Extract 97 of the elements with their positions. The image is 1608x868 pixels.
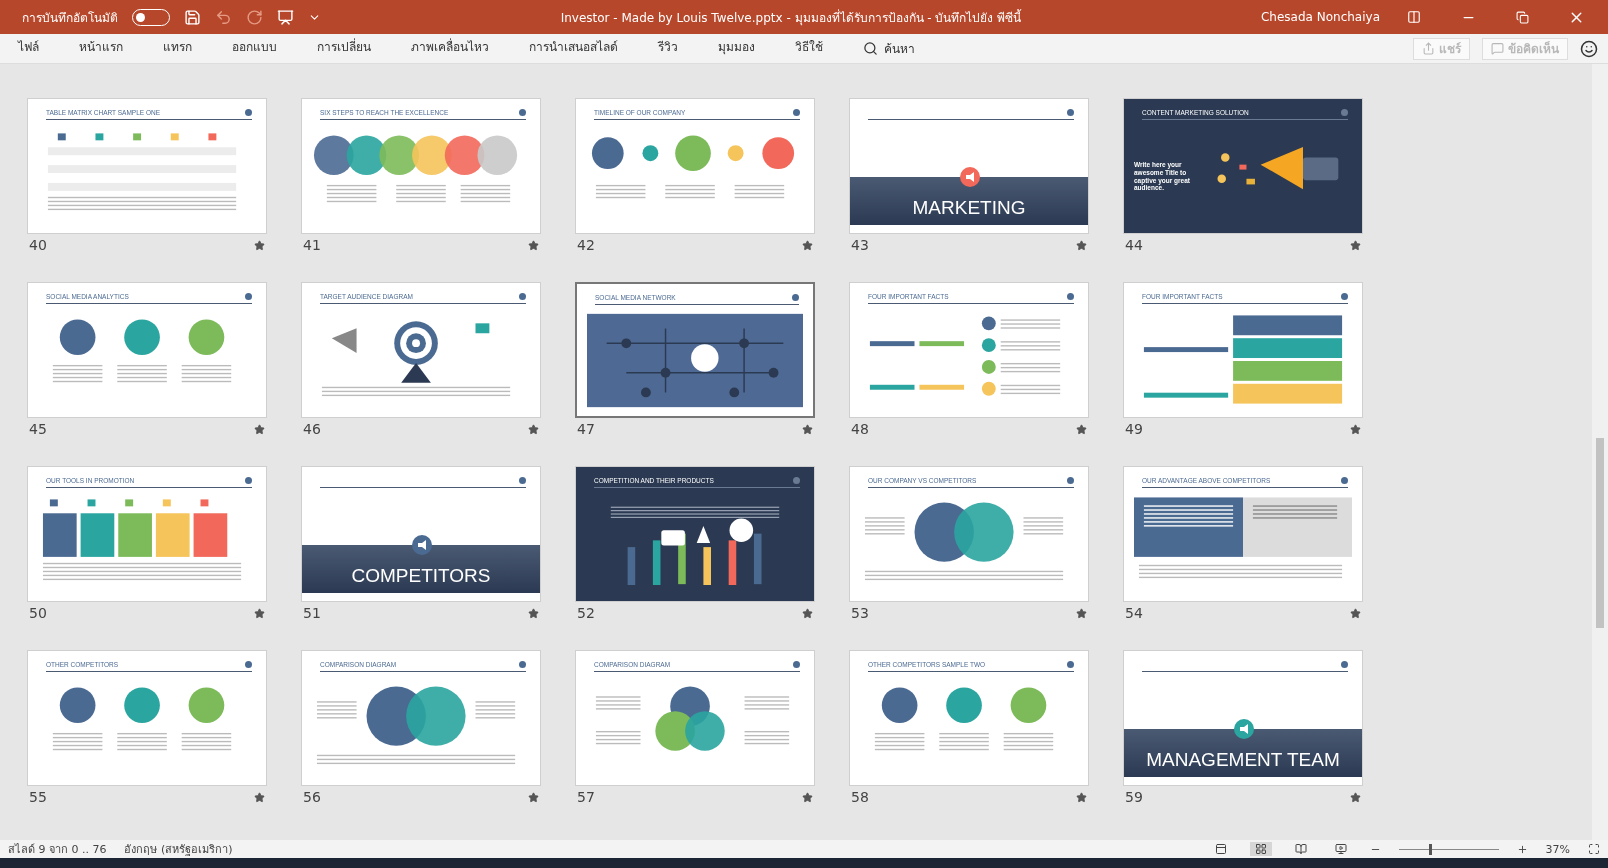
slide-title: MANAGEMENT TEAM bbox=[1146, 749, 1340, 771]
star-icon bbox=[254, 791, 265, 803]
slide-number: 53 bbox=[851, 605, 869, 621]
star-icon bbox=[1076, 607, 1087, 619]
title-dot bbox=[1067, 477, 1074, 484]
title-dot bbox=[1341, 293, 1348, 300]
slide-number: 45 bbox=[29, 421, 47, 437]
star-icon bbox=[1350, 791, 1361, 803]
star-icon bbox=[802, 791, 813, 803]
slide-number: 44 bbox=[1125, 237, 1143, 253]
star-icon bbox=[1076, 239, 1087, 251]
title-dot bbox=[245, 477, 252, 484]
ribbon-tab[interactable]: รีวิว bbox=[658, 37, 678, 60]
window-title: Investor - Made by Louis Twelve.pptx - มุมมองที่ได้รับการป้องกัน - บันทึกไปยัง พีซีนี้ bbox=[559, 8, 1023, 27]
zoom-thumb[interactable] bbox=[1428, 843, 1432, 855]
slide-number: 49 bbox=[1125, 421, 1143, 437]
slide-number: 47 bbox=[577, 421, 595, 437]
title-dot bbox=[1341, 661, 1348, 668]
save-icon[interactable] bbox=[184, 8, 201, 26]
star-icon bbox=[1076, 423, 1087, 435]
slide-number: 50 bbox=[29, 605, 47, 621]
slide-number: 43 bbox=[851, 237, 869, 253]
star-icon bbox=[802, 239, 813, 251]
user-name[interactable]: Chesada Nonchaiya bbox=[1260, 10, 1380, 24]
star-icon bbox=[254, 239, 265, 251]
title-dot bbox=[245, 661, 252, 668]
slide-number: 59 bbox=[1125, 789, 1143, 805]
star-icon bbox=[802, 607, 813, 619]
title-dot bbox=[245, 293, 252, 300]
sorter-view-icon[interactable] bbox=[1249, 842, 1272, 856]
title-dot bbox=[519, 109, 526, 116]
star-icon bbox=[1076, 791, 1087, 803]
slide-number: 56 bbox=[303, 789, 321, 805]
slide-number: 55 bbox=[29, 789, 47, 805]
slide-number: 42 bbox=[577, 237, 595, 253]
title-dot bbox=[792, 294, 799, 301]
search-label[interactable]: ค้นหา bbox=[884, 39, 915, 58]
title-dot bbox=[1067, 109, 1074, 116]
ribbon-tab[interactable]: แทรก bbox=[163, 37, 192, 60]
title-dot bbox=[793, 109, 800, 116]
zoom-in-icon[interactable] bbox=[1516, 843, 1528, 855]
title-dot bbox=[793, 477, 800, 484]
star-icon bbox=[254, 423, 265, 435]
slide-thumbnail[interactable]: MARKETING bbox=[849, 98, 1089, 234]
slide-number: 46 bbox=[303, 421, 321, 437]
slide-number: 48 bbox=[851, 421, 869, 437]
star-icon bbox=[1350, 423, 1361, 435]
star-icon bbox=[528, 607, 539, 619]
slide-title: MARKETING bbox=[912, 197, 1026, 219]
title-dot bbox=[1341, 109, 1348, 116]
title-dot bbox=[1341, 477, 1348, 484]
star-icon bbox=[1350, 239, 1361, 251]
slide-count: สไลด์ 9 จาก 0 .. 76 bbox=[8, 842, 107, 858]
ribbon-tab[interactable]: ภาพเคลื่อนไหว bbox=[411, 37, 489, 60]
presentation-icon[interactable] bbox=[277, 8, 294, 26]
title-dot bbox=[245, 109, 252, 116]
ribbon-tab[interactable]: มุมมอง bbox=[718, 37, 755, 60]
title-dot bbox=[519, 477, 526, 484]
title-dot bbox=[1067, 293, 1074, 300]
slide-title: COMPETITORS bbox=[351, 565, 491, 587]
badge-icon bbox=[1234, 719, 1254, 739]
star-icon bbox=[528, 239, 539, 251]
slide-thumbnail[interactable]: MANAGEMENT TEAM bbox=[1123, 650, 1363, 786]
ribbon-tab[interactable]: การนำเสนอสไลด์ bbox=[529, 37, 618, 60]
language-label[interactable]: อังกฤษ (สหรัฐอเมริกา) bbox=[124, 840, 1192, 858]
comment-icon bbox=[1491, 42, 1504, 55]
ribbon-tab[interactable]: ไฟล์ bbox=[18, 37, 39, 60]
autosave-label: การบันทึกอัตโนมัติ bbox=[22, 9, 118, 27]
slide-number: 41 bbox=[303, 237, 321, 253]
slide-number: 52 bbox=[577, 605, 595, 621]
star-icon bbox=[1350, 607, 1361, 619]
ribbon-tab[interactable]: ออกแบบ bbox=[232, 37, 277, 60]
star-icon bbox=[528, 423, 539, 435]
slide-number: 58 bbox=[851, 789, 869, 805]
slide-number: 40 bbox=[29, 237, 47, 253]
slide-number: 54 bbox=[1125, 605, 1143, 621]
fit-icon[interactable] bbox=[1588, 843, 1600, 855]
slide-number: 51 bbox=[303, 605, 321, 621]
ribbon-tab[interactable]: วิธีใช้ bbox=[795, 37, 823, 60]
badge-icon bbox=[960, 167, 980, 187]
share-icon bbox=[1422, 42, 1435, 55]
search-icon[interactable] bbox=[863, 41, 878, 56]
badge-icon bbox=[412, 535, 432, 555]
ribbon-tab[interactable]: การเปลี่ยน bbox=[317, 37, 371, 60]
star-icon bbox=[802, 423, 813, 435]
smiley-icon[interactable] bbox=[1580, 39, 1598, 58]
slide-number: 57 bbox=[577, 789, 595, 805]
title-dot bbox=[1067, 661, 1074, 668]
title-dot bbox=[519, 293, 526, 300]
scrollbar[interactable] bbox=[1592, 64, 1608, 840]
title-dot bbox=[793, 661, 800, 668]
star-icon bbox=[254, 607, 265, 619]
ribbon-tab[interactable]: หน้าแรก bbox=[79, 37, 123, 60]
star-icon bbox=[528, 791, 539, 803]
slide-thumbnail[interactable]: COMPETITORS bbox=[301, 466, 541, 602]
title-dot bbox=[519, 661, 526, 668]
zoom-percent[interactable]: 37% bbox=[1545, 842, 1570, 856]
